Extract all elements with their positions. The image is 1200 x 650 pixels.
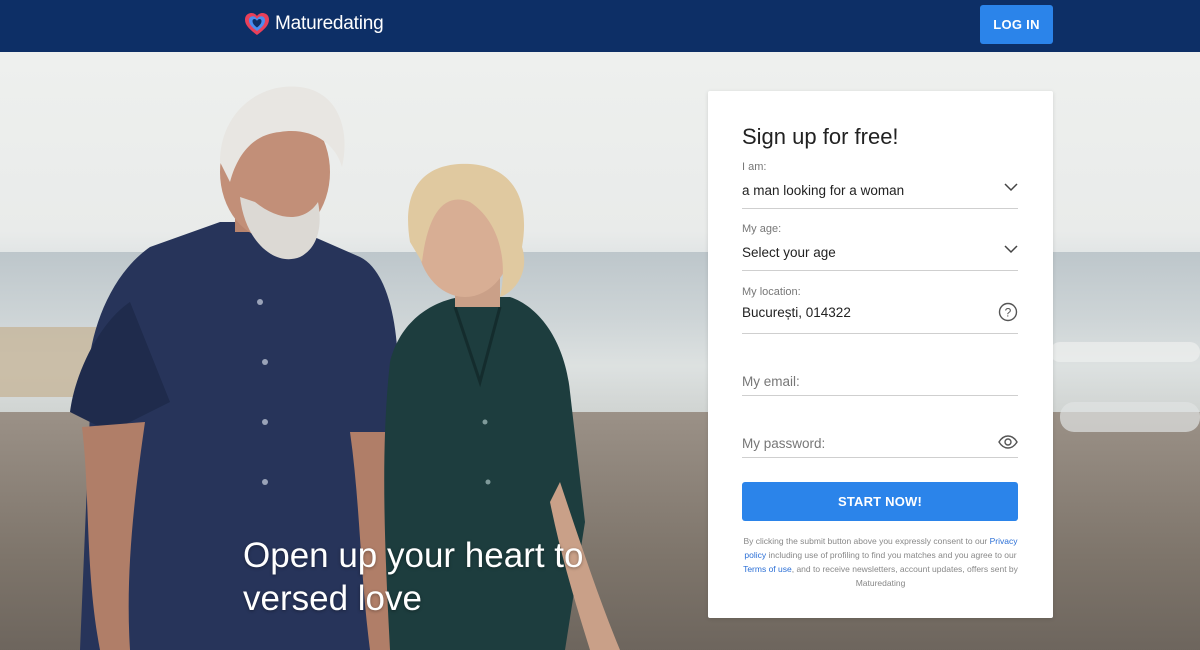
gender-preference-select[interactable]: I am: a man looking for a woman [742, 159, 1018, 209]
top-navigation-bar: Maturedating LOG IN [0, 0, 1200, 52]
wave-foam [1050, 342, 1200, 362]
login-button[interactable]: LOG IN [980, 5, 1053, 44]
consent-text-part: including use of profiling to find you m… [766, 550, 1017, 560]
wave-foam [1060, 402, 1200, 432]
age-label: My age: [742, 223, 782, 235]
password-field[interactable]: My password: [742, 408, 1018, 458]
location-value: București, 014322 [742, 305, 851, 320]
site-logo[interactable]: Maturedating [243, 9, 384, 39]
help-question-icon[interactable]: ? [998, 302, 1018, 322]
gender-preference-value: a man looking for a woman [742, 183, 905, 198]
age-value: Select your age [742, 245, 836, 260]
start-now-button[interactable]: START NOW! [742, 482, 1018, 521]
location-field[interactable]: My location: București, 014322 ? [742, 284, 1018, 334]
password-placeholder: My password: [742, 436, 826, 451]
hero-headline: Open up your heart to versed love [243, 536, 584, 618]
heart-logo-icon [245, 13, 269, 35]
age-select[interactable]: My age: Select your age [742, 221, 1018, 271]
eye-icon[interactable] [998, 435, 1018, 449]
signup-title: Sign up for free! [742, 124, 899, 149]
chevron-down-icon [1004, 183, 1018, 192]
gender-preference-label: I am: [742, 161, 767, 173]
consent-text-part: , and to receive newsletters, account up… [791, 564, 1018, 588]
logo-text: Maturedating [275, 13, 384, 34]
consent-text-part: By clicking the submit button above you … [743, 536, 990, 546]
terms-of-use-link[interactable]: Terms of use [743, 564, 792, 574]
email-placeholder: My email: [742, 374, 800, 389]
chevron-down-icon [1004, 245, 1018, 254]
location-label: My location: [742, 286, 801, 298]
svg-text:?: ? [1005, 306, 1012, 320]
consent-text: By clicking the submit button above you … [738, 534, 1023, 590]
signup-card: Sign up for free! I am: a man looking fo… [708, 91, 1053, 618]
email-field[interactable]: My email: [742, 346, 1018, 396]
